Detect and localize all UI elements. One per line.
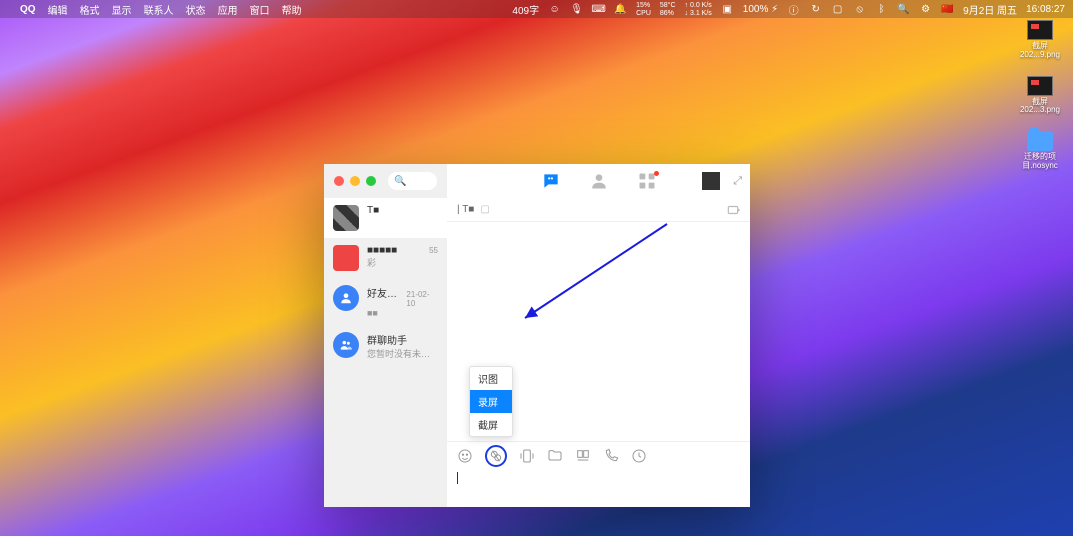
desktop-file[interactable]: 迁移的项目.nosync <box>1017 131 1063 171</box>
titlebar: 🔍 <box>324 164 447 198</box>
menubar-item-format[interactable]: 格式 <box>80 2 100 17</box>
ime-switch-icon[interactable]: ⌨ <box>592 3 605 16</box>
shake-tool-icon[interactable] <box>519 448 535 464</box>
window-minimize-button[interactable] <box>350 176 360 186</box>
chat-list: T■ ■■■■■ 55 彩 好友验…21-02-10 ■■ <box>324 198 447 507</box>
input-bar <box>447 441 750 507</box>
chat-time: 21-02-10 <box>406 290 438 308</box>
chat-item[interactable]: ■■■■■ 55 彩 <box>324 238 447 278</box>
menubar-item-view[interactable]: 显示 <box>112 2 132 17</box>
chat-name: 群聊助手 <box>367 332 407 347</box>
avatar-icon <box>333 245 359 271</box>
menubar-item-window[interactable]: 窗口 <box>250 2 270 17</box>
qq-sidebar: 🔍 T■ ■■■■■55 彩 好友验…21-02 <box>324 164 447 507</box>
menubar-item-contacts[interactable]: 联系人 <box>144 2 174 17</box>
net-status[interactable]: ↑ 0.0 K/s↓ 3.1 K/s <box>685 2 712 17</box>
ime-indicator[interactable]: 409字 <box>512 2 539 17</box>
avatar-icon <box>333 285 359 311</box>
search-icon: 🔍 <box>394 176 406 187</box>
desktop-file[interactable]: 截屏202...9.png <box>1017 20 1063 60</box>
expand-window-button[interactable]: ⤢ <box>733 175 742 188</box>
notification-dot-icon <box>654 171 659 176</box>
main-tabs: •• ⤢ <box>447 164 750 198</box>
chat-settings-icon[interactable] <box>726 203 740 217</box>
file-tool-icon[interactable] <box>547 448 563 464</box>
time-machine-icon[interactable]: ↻ <box>809 3 822 16</box>
flag-icon[interactable]: 🇨🇳 <box>941 3 954 16</box>
mic-status-icon[interactable]: 🎙 <box>570 3 583 16</box>
tray-app-icon[interactable]: ▣ <box>721 3 734 16</box>
menubar-item-apps[interactable]: 应用 <box>218 2 238 17</box>
folder-icon <box>1027 131 1053 151</box>
self-avatar[interactable] <box>702 172 720 190</box>
menubar-item-edit[interactable]: 编辑 <box>48 2 68 17</box>
screenshot-tool-icon[interactable] <box>485 445 507 467</box>
chat-preview: ■■ <box>367 308 438 318</box>
image-tool-icon[interactable] <box>575 448 591 464</box>
annotation-arrow-icon <box>507 218 677 328</box>
chat-item[interactable]: T■ <box>324 198 447 238</box>
input-toolbar <box>447 442 750 470</box>
bluetooth-icon[interactable]: ᛒ <box>875 3 888 16</box>
screenshot-thumb-icon <box>1027 20 1053 40</box>
control-center-icon[interactable]: ⚙ <box>919 3 932 16</box>
window-close-button[interactable] <box>334 176 344 186</box>
spotlight-icon[interactable]: 🔍 <box>897 3 910 16</box>
tab-apps[interactable] <box>637 171 657 191</box>
avatar-icon <box>333 205 359 231</box>
text-cursor-icon <box>457 472 458 484</box>
menubar-date[interactable]: 9月2日 周五 <box>963 2 1017 17</box>
menubar-time[interactable]: 16:08:27 <box>1026 4 1065 15</box>
popup-item-record[interactable]: 录屏 <box>470 390 512 413</box>
message-input[interactable] <box>447 470 750 507</box>
emoji-tool-icon[interactable] <box>457 448 473 464</box>
chat-header: | T■ ▢ <box>447 198 750 222</box>
temp-status[interactable]: 58°C86% <box>660 2 676 17</box>
chat-name: ■■■■■ <box>367 245 397 256</box>
chat-body: 识图 录屏 截屏 <box>447 222 750 441</box>
chat-item[interactable]: 群聊助手 您暂时没有未读消息 <box>324 325 447 367</box>
do-not-disturb-icon[interactable]: ⦸ <box>853 3 866 16</box>
battery-status[interactable]: 100% ⚡︎ <box>743 4 778 15</box>
chat-name: T■ <box>367 205 379 216</box>
search-input[interactable]: 🔍 <box>388 172 437 190</box>
chat-time: 55 <box>429 246 438 255</box>
window-maximize-button[interactable] <box>366 176 376 186</box>
popup-item-screenshot[interactable]: 截屏 <box>470 413 512 436</box>
menubar: QQ 编辑 格式 显示 联系人 状态 应用 窗口 帮助 409字 ☺ 🎙 ⌨ 🔔… <box>0 0 1073 18</box>
tab-contacts[interactable] <box>589 171 609 191</box>
desktop-icons: 截屏202...9.png 截屏202...3.png 迁移的项目.nosync <box>1017 20 1063 171</box>
tray-box-icon[interactable]: ▢ <box>831 3 844 16</box>
desktop-file[interactable]: 截屏202...3.png <box>1017 76 1063 116</box>
chat-header-name: | T■ <box>457 204 474 215</box>
tab-messages[interactable]: •• <box>541 171 561 191</box>
info-icon[interactable]: ⓘ <box>787 3 800 16</box>
menubar-app-name[interactable]: QQ <box>20 4 36 15</box>
cpu-status[interactable]: 15%CPU <box>636 2 651 17</box>
notification-bell-icon[interactable]: 🔔 <box>614 3 627 16</box>
menubar-item-help[interactable]: 帮助 <box>282 2 302 17</box>
popup-item-ocr[interactable]: 识图 <box>470 367 512 390</box>
history-tool-icon[interactable] <box>631 448 647 464</box>
call-tool-icon[interactable] <box>603 448 619 464</box>
screenshot-popup-menu: 识图 录屏 截屏 <box>469 366 513 437</box>
chat-preview: 彩 <box>367 256 438 269</box>
emoji-status-icon[interactable]: ☺ <box>548 3 561 16</box>
menubar-item-status[interactable]: 状态 <box>186 2 206 17</box>
qq-main: •• ⤢ | T■ ▢ 识图 <box>447 164 750 507</box>
device-icon: ▢ <box>480 204 489 215</box>
avatar-icon <box>333 332 359 358</box>
chat-item[interactable]: 好友验…21-02-10 ■■ <box>324 278 447 325</box>
chat-preview: 您暂时没有未读消息 <box>367 347 438 360</box>
qq-window: 🔍 T■ ■■■■■55 彩 好友验…21-02 <box>324 164 750 507</box>
screenshot-thumb-icon <box>1027 76 1053 96</box>
chat-name: 好友验… <box>367 285 406 300</box>
